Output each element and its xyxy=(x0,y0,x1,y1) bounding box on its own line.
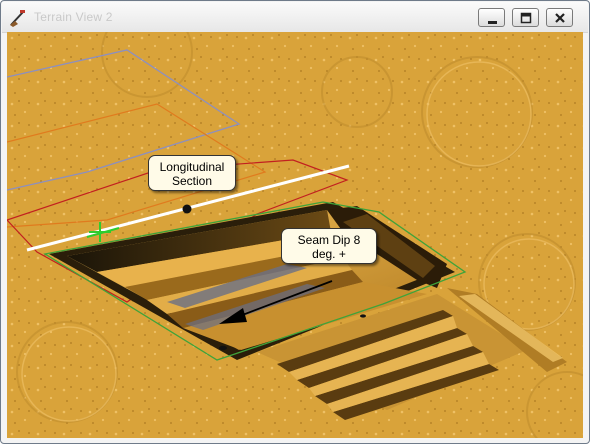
window-title: Terrain View 2 xyxy=(34,10,113,24)
terrain-view-window: Terrain View 2 Longitudinal Section Seam… xyxy=(0,0,590,444)
callout-line-2: deg. + xyxy=(312,247,346,261)
callout-line-1: Longitudinal xyxy=(159,160,225,174)
close-button[interactable] xyxy=(546,8,573,27)
minimize-icon xyxy=(488,21,497,24)
terrain-app-icon xyxy=(8,8,28,28)
close-icon xyxy=(555,13,565,23)
title-bar[interactable]: Terrain View 2 xyxy=(2,2,588,33)
longitudinal-section-callout: Longitudinal Section xyxy=(148,155,236,191)
seam-dip-callout: Seam Dip 8 deg. + xyxy=(281,228,377,264)
marker-b xyxy=(360,314,366,318)
maximize-icon xyxy=(520,12,532,24)
marker-a xyxy=(219,345,227,351)
callout-line-1: Seam Dip 8 xyxy=(297,233,361,247)
minimize-button[interactable] xyxy=(478,8,505,27)
maximize-button[interactable] xyxy=(512,8,539,27)
callout-line-2: Section xyxy=(171,174,213,188)
section-anchor-dot xyxy=(182,204,192,214)
terrain-3d-viewport[interactable]: Longitudinal Section Seam Dip 8 deg. + xyxy=(7,32,583,438)
